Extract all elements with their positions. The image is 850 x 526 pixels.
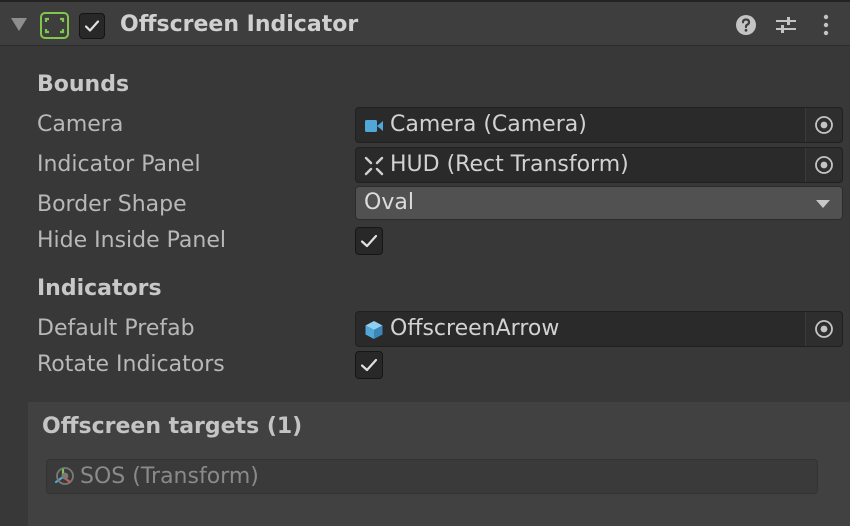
- default-prefab-object-picker[interactable]: [805, 312, 842, 346]
- offscreen-targets-heading: Offscreen targets (1): [42, 414, 303, 439]
- object-picker-icon: [56, 467, 74, 485]
- component-bounds-icon: [40, 12, 69, 39]
- object-picker-icon: [815, 320, 833, 338]
- rotate-indicators-label: Rotate Indicators: [37, 352, 225, 377]
- bounds-heading: Bounds: [37, 72, 130, 97]
- foldout-arrow-icon[interactable]: [11, 18, 27, 31]
- default-prefab-field[interactable]: OffscreenArrow: [355, 311, 843, 347]
- offscreen-targets-list: Offscreen targets (1) SOS (Transform): [28, 402, 850, 526]
- target-value: SOS (Transform): [80, 464, 259, 489]
- list-item[interactable]: SOS (Transform): [46, 459, 818, 494]
- default-prefab-label: Default Prefab: [37, 316, 195, 341]
- prefab-cube-icon: [365, 321, 383, 339]
- border-shape-value: Oval: [364, 190, 414, 215]
- border-shape-dropdown[interactable]: Oval: [355, 186, 843, 220]
- camera-icon: [365, 120, 383, 132]
- inspector-component: Offscreen Indicator Bounds Camera Camera…: [0, 0, 850, 526]
- component-enabled-checkbox[interactable]: [79, 13, 105, 39]
- indicator-panel-field[interactable]: HUD (Rect Transform): [355, 147, 843, 183]
- border-shape-label: Border Shape: [37, 192, 187, 217]
- rotate-indicators-checkbox[interactable]: [355, 351, 383, 379]
- indicators-heading: Indicators: [37, 276, 162, 301]
- camera-value: Camera (Camera): [390, 112, 587, 137]
- hide-inside-panel-checkbox[interactable]: [355, 227, 383, 255]
- indicator-panel-object-picker[interactable]: [805, 148, 842, 182]
- checkmark-icon: [84, 20, 100, 32]
- component-title: Offscreen Indicator: [120, 12, 359, 37]
- presets-icon[interactable]: [774, 13, 798, 37]
- camera-object-picker[interactable]: [805, 108, 842, 142]
- hide-inside-panel-label: Hide Inside Panel: [37, 228, 226, 253]
- component-header[interactable]: Offscreen Indicator: [0, 0, 850, 46]
- indicator-panel-label: Indicator Panel: [37, 152, 201, 177]
- checkmark-icon: [360, 358, 378, 372]
- camera-field[interactable]: Camera (Camera): [355, 107, 843, 143]
- default-prefab-value: OffscreenArrow: [390, 316, 560, 341]
- camera-label: Camera: [37, 112, 124, 137]
- rect-transform-icon: [364, 156, 384, 176]
- checkmark-icon: [360, 234, 378, 248]
- object-picker-icon: [815, 156, 833, 174]
- object-picker-icon: [815, 116, 833, 134]
- help-icon[interactable]: [734, 13, 758, 37]
- indicator-panel-value: HUD (Rect Transform): [390, 152, 629, 177]
- dropdown-arrow-icon: [816, 200, 830, 208]
- kebab-menu-icon[interactable]: [814, 13, 838, 37]
